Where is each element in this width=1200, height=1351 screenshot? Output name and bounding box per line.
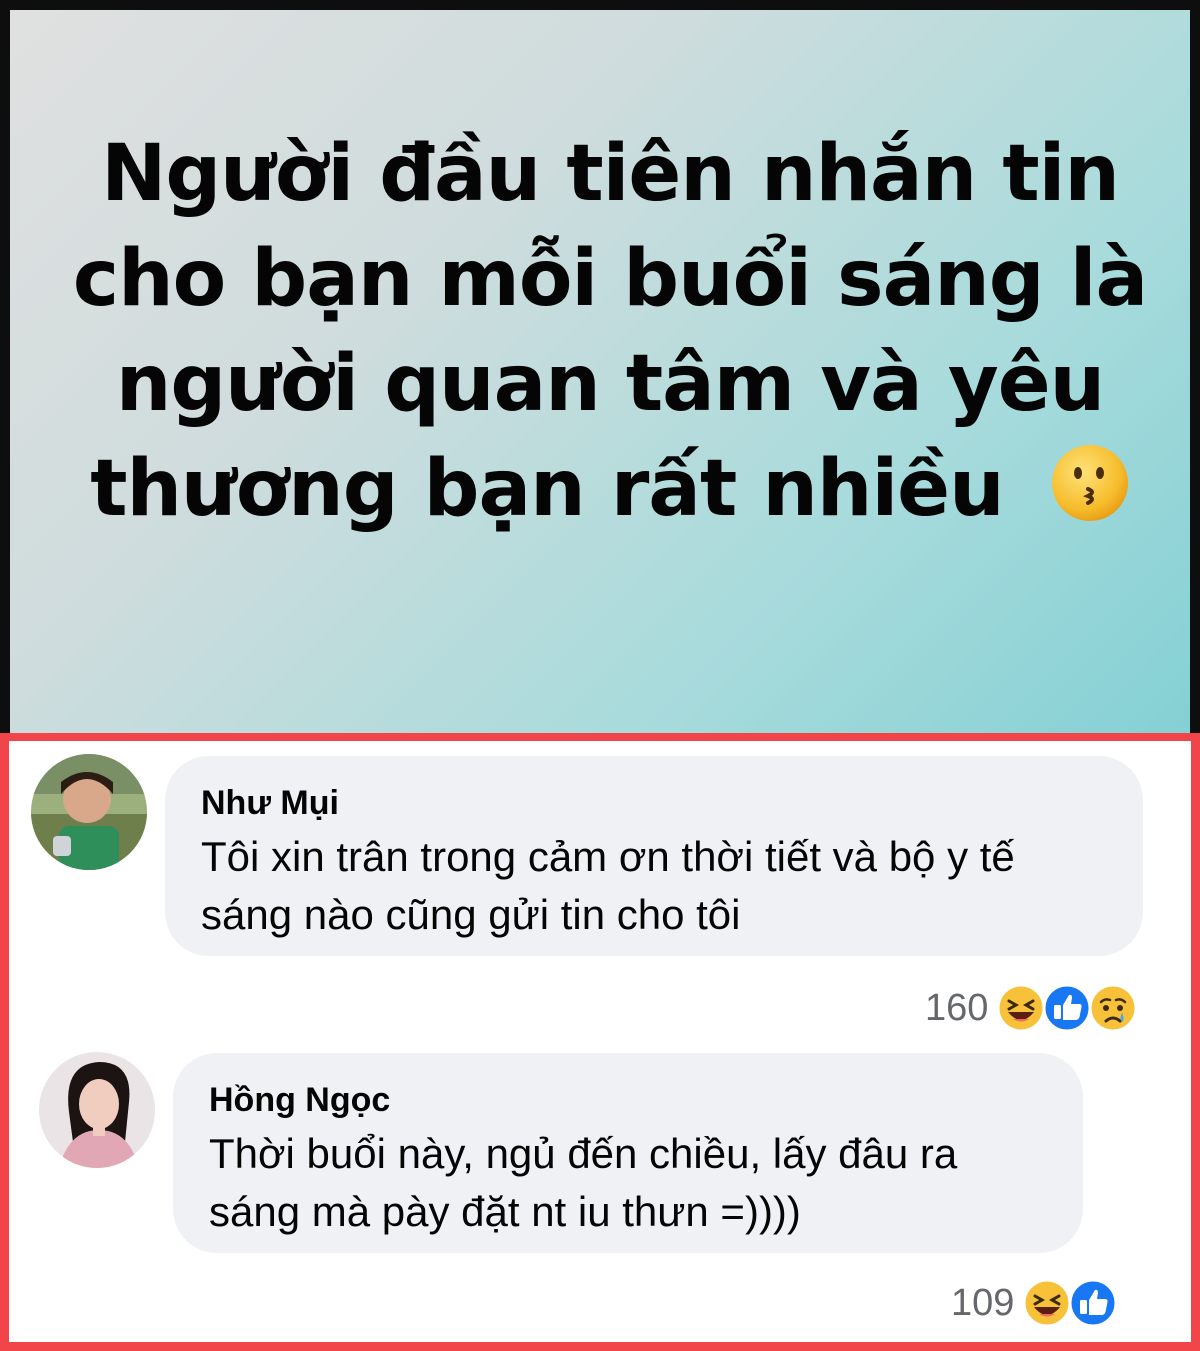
reaction-count: 160 xyxy=(925,986,989,1029)
comment-text-line: sáng mà pày đặt nt iu thưn =)))) xyxy=(209,1188,801,1235)
post-card: Người đầu tiên nhắn tin cho bạn mỗi buổi… xyxy=(0,0,1200,733)
comment-text: Thời buổi này, ngủ đến chiều, lấy đâu ra… xyxy=(209,1125,957,1241)
haha-icon xyxy=(996,983,1046,1033)
comment-author[interactable]: Hồng Ngọc xyxy=(209,1081,390,1120)
comment-author[interactable]: Như Mụi xyxy=(201,784,339,823)
avatar-image-icon xyxy=(31,754,147,870)
avatar[interactable] xyxy=(39,1052,155,1168)
comments-panel: Như Mụi Tôi xin trân trong cảm ơn thời t… xyxy=(0,733,1200,1351)
like-icon xyxy=(1042,983,1092,1033)
post-background: Người đầu tiên nhắn tin cho bạn mỗi buổi… xyxy=(10,10,1190,733)
reaction-count: 109 xyxy=(951,1281,1015,1324)
comment-bubble: Hồng Ngọc Thời buổi này, ngủ đến chiều, … xyxy=(173,1053,1083,1253)
comment-bubble: Như Mụi Tôi xin trân trong cảm ơn thời t… xyxy=(165,756,1143,956)
comment-text: Tôi xin trân trong cảm ơn thời tiết và b… xyxy=(201,828,1015,944)
comment-text-line: sáng nào cũng gửi tin cho tôi xyxy=(201,891,741,938)
post-text: Người đầu tiên nhắn tin cho bạn mỗi buổi… xyxy=(70,122,1150,542)
comment-text-line: Tôi xin trân trong cảm ơn thời tiết và b… xyxy=(201,833,1015,880)
reaction-summary[interactable]: 109 xyxy=(951,1277,1118,1329)
kissing-face-icon xyxy=(1051,445,1128,521)
comment-text-line: Thời buổi này, ngủ đến chiều, lấy đâu ra xyxy=(209,1130,958,1177)
reaction-summary[interactable]: 160 xyxy=(925,982,1138,1034)
like-icon xyxy=(1068,1278,1118,1328)
haha-icon xyxy=(1022,1278,1072,1328)
post-caption: Người đầu tiên nhắn tin cho bạn mỗi buổi… xyxy=(72,129,1148,534)
avatar[interactable] xyxy=(31,754,147,870)
sad-icon xyxy=(1088,983,1138,1033)
avatar-image-icon xyxy=(39,1052,155,1168)
